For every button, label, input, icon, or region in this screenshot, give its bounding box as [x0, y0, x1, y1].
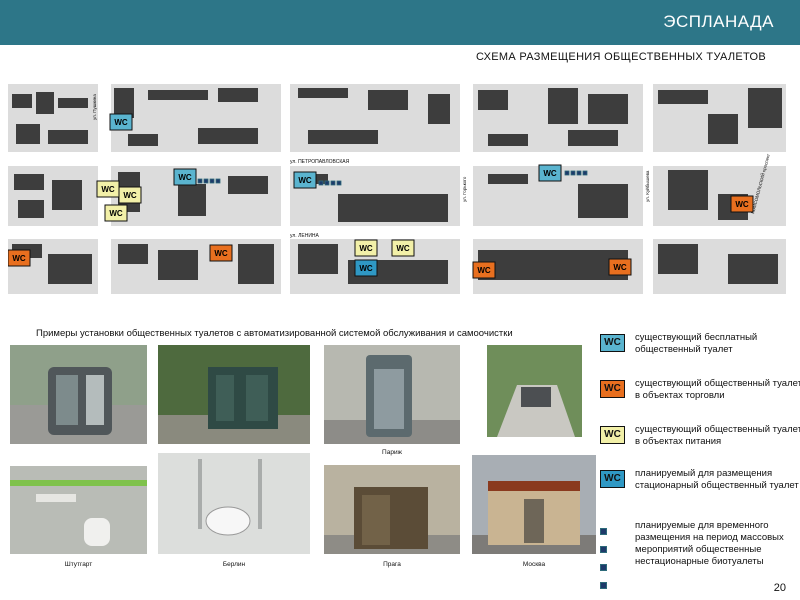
wc-trade-marker: WC	[209, 244, 233, 262]
toilet-placement-map: ул. Пушкина ул. ПЕТРОПАВЛОВСКАЯ ул. ЛЕНИ…	[8, 84, 786, 294]
scheme-title: СХЕМА РАЗМЕЩЕНИЯ ОБЩЕСТВЕННЫХ ТУАЛЕТОВ	[476, 51, 767, 63]
wc-planned-icon: WC	[600, 470, 625, 488]
wc-free-marker: WC	[538, 164, 562, 182]
svg-text:WC: WC	[735, 200, 749, 209]
header-bar: ЭСПЛАНАДА	[0, 0, 800, 45]
street-label-lenina: ул. ЛЕНИНА	[290, 233, 320, 239]
wc-food-marker: WC	[104, 204, 128, 222]
examples-title: Примеры установки общественных туалетов …	[36, 328, 513, 339]
photo-toilet-prague	[324, 465, 460, 554]
legend-text: существующий бесплатный общественный туа…	[635, 332, 758, 355]
svg-text:WC: WC	[114, 118, 128, 127]
svg-text:WC: WC	[214, 249, 228, 258]
legend-text: существующий общественный туалет в объек…	[635, 378, 800, 401]
photo-toilet-berlin	[158, 453, 310, 554]
legend-text: существующий общественный туалет в объек…	[635, 424, 800, 447]
photo-toilet-moscow	[472, 455, 596, 554]
svg-text:WC: WC	[178, 173, 192, 182]
street-label-petropavlovskaya: ул. ПЕТРОПАВЛОВСКАЯ	[290, 159, 350, 165]
wc-free-marker: WC	[173, 168, 197, 186]
wc-food-marker: WC	[354, 239, 378, 257]
photo-toilet-underground	[487, 345, 582, 437]
svg-text:WC: WC	[123, 191, 137, 200]
svg-text:WC: WC	[396, 244, 410, 253]
svg-text:WC: WC	[109, 209, 123, 218]
svg-text:WC: WC	[298, 176, 312, 185]
svg-text:WC: WC	[359, 264, 373, 273]
wc-planned-marker: WC	[354, 259, 378, 277]
wc-trade-marker: WC	[608, 258, 632, 276]
wc-free-icon: WC	[600, 334, 625, 352]
page-title: ЭСПЛАНАДА	[663, 12, 774, 31]
svg-text:WC: WC	[543, 169, 557, 178]
wc-trade-marker: WC	[730, 195, 754, 213]
street-label-kuybysheva: ул. Куйбышева	[644, 170, 650, 202]
caption-moscow: Москва	[522, 561, 546, 568]
wc-food-marker: WC	[96, 180, 120, 198]
caption-prague: Прага	[383, 561, 401, 568]
wc-free-marker: WC	[109, 113, 133, 131]
wc-trade-marker: WC	[472, 261, 496, 279]
photo-toilet-1	[10, 345, 147, 444]
wc-food-marker: WC	[118, 186, 142, 204]
svg-text:WC: WC	[613, 263, 627, 272]
caption-stuttgart: Штутгарт	[64, 561, 93, 568]
svg-text:WC: WC	[12, 254, 26, 263]
photo-toilet-2	[158, 345, 310, 444]
photo-toilet-stuttgart	[10, 466, 147, 554]
street-label-gorkogo: ул. Горького	[462, 176, 467, 202]
wc-trade-icon: WC	[600, 380, 625, 398]
page-number: 20	[773, 582, 786, 594]
wc-trade-marker: WC	[8, 249, 31, 267]
caption-berlin: Берлин	[222, 561, 246, 568]
wc-food-icon: WC	[600, 426, 625, 444]
svg-text:WC: WC	[101, 185, 115, 194]
street-label-pushkina: ул. Пушкина	[92, 94, 97, 120]
wc-food-marker: WC	[391, 239, 415, 257]
legend-text: планируемые для временного размещения на…	[635, 520, 784, 567]
svg-text:WC: WC	[359, 244, 373, 253]
legend-text: планируемый для размещения стационарный …	[635, 468, 799, 491]
caption-paris: Париж	[382, 449, 402, 456]
svg-text:WC: WC	[477, 266, 491, 275]
wc-free-marker: WC	[293, 171, 317, 189]
biotoilets-icon	[600, 522, 608, 594]
photo-toilet-paris	[324, 345, 460, 444]
